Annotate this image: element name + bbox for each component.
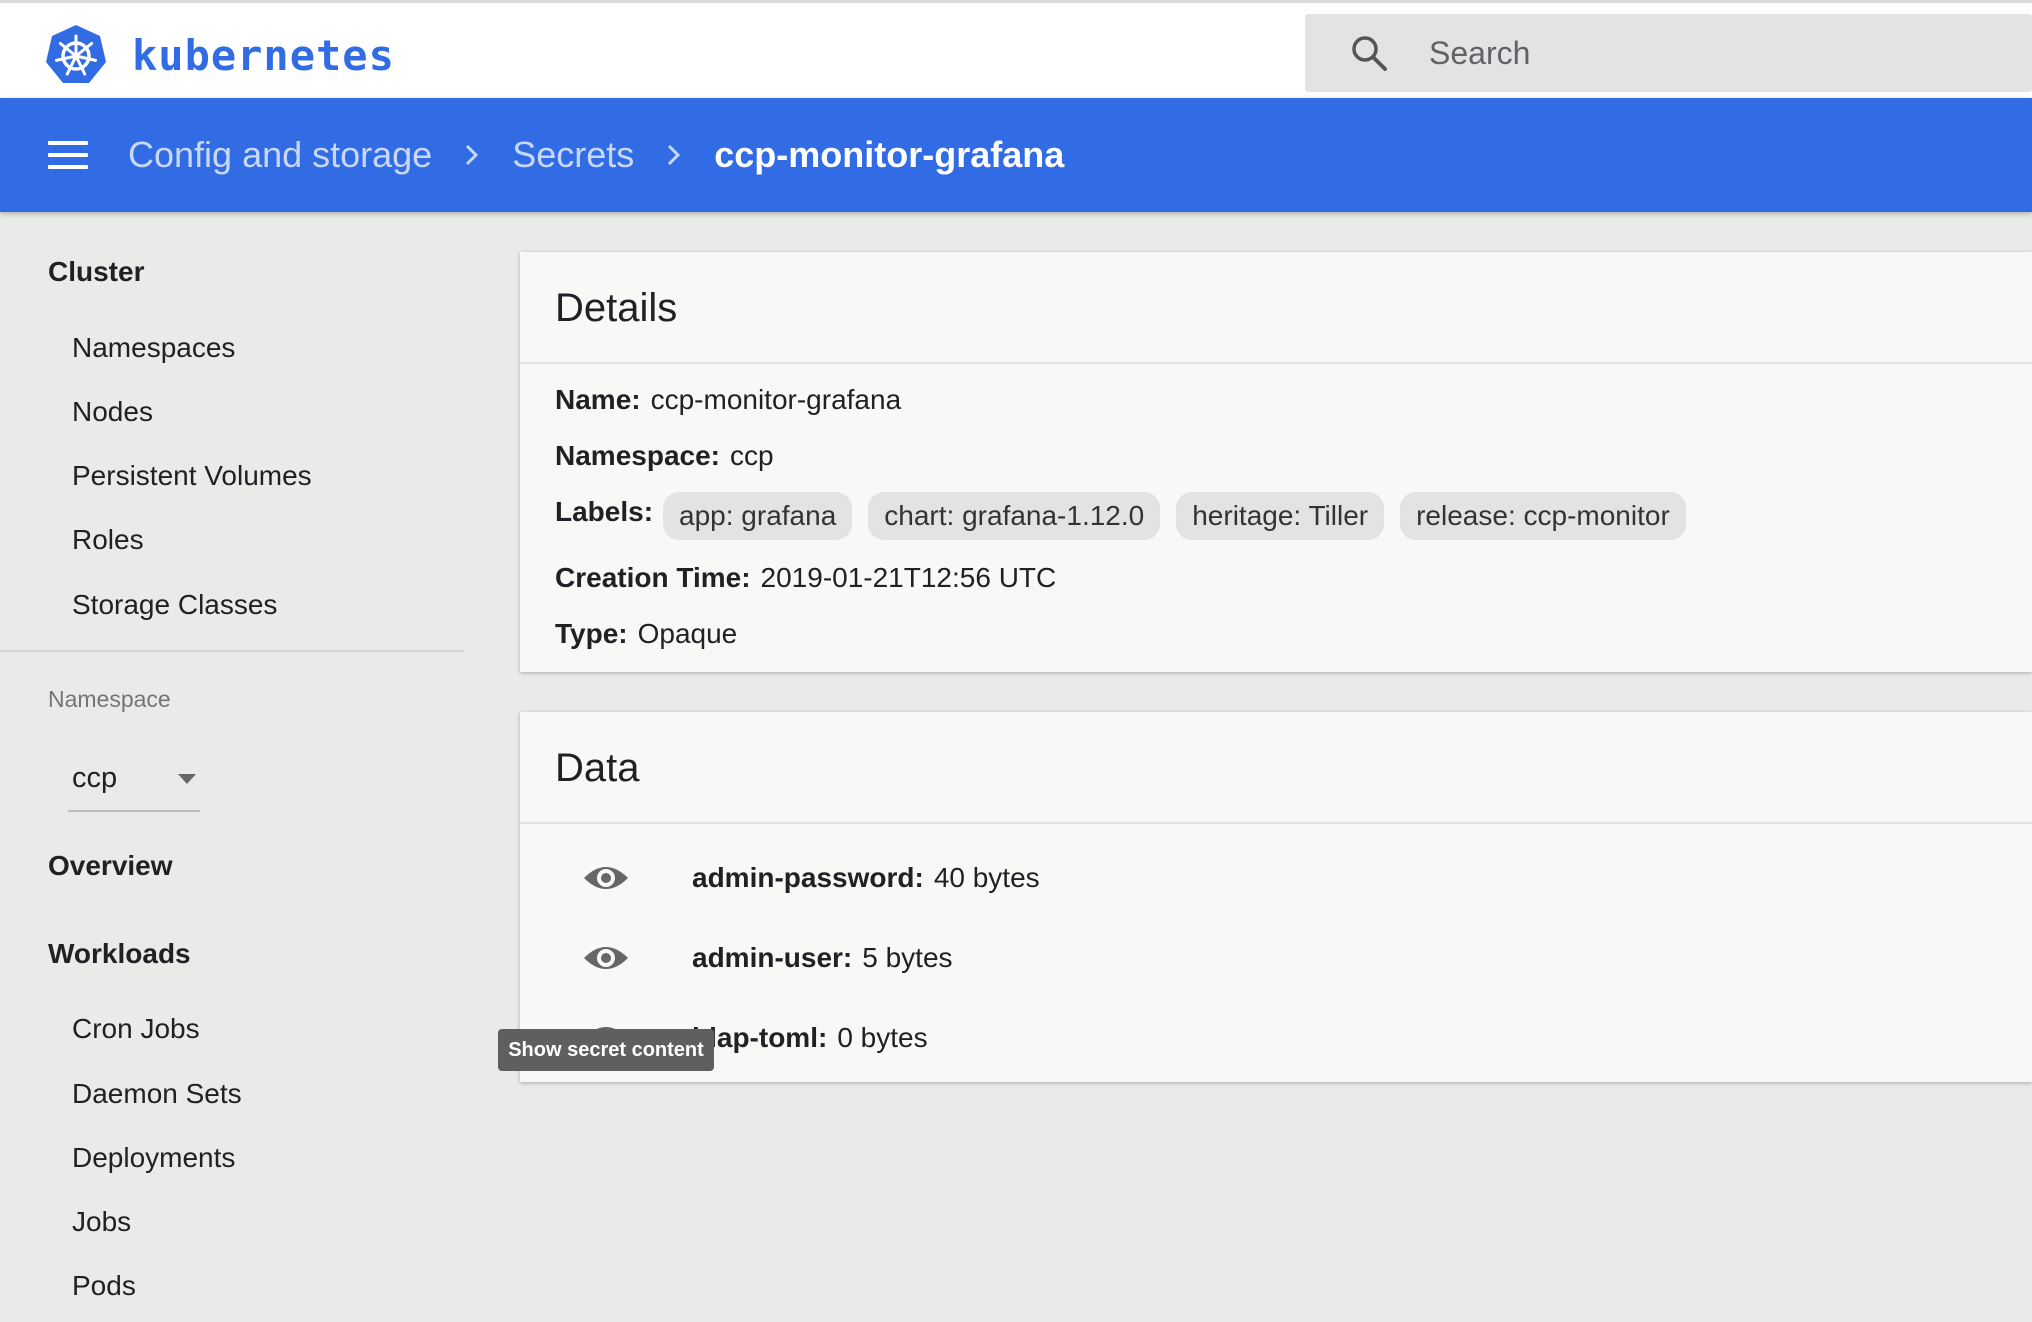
search-input[interactable] — [1429, 14, 2009, 92]
label-chip: app: grafana — [663, 492, 853, 540]
sidebar-item-pods[interactable]: Pods — [72, 1270, 136, 1302]
namespace-select-value: ccp — [72, 762, 118, 794]
sidebar-item-nodes[interactable]: Nodes — [72, 396, 153, 428]
chevron-right-icon — [668, 144, 681, 166]
detail-creation-row: Creation Time: 2019-01-21T12:56 UTC — [555, 562, 1056, 594]
sidebar-item-roles[interactable]: Roles — [72, 524, 144, 556]
label-chip: release: ccp-monitor — [1400, 492, 1686, 540]
detail-type-label: Type: — [555, 618, 628, 649]
detail-type-value: Opaque — [637, 618, 738, 649]
detail-type-row: Type: Opaque — [555, 618, 737, 650]
label-chip: heritage: Tiller — [1176, 492, 1385, 540]
sidebar-item-jobs[interactable]: Jobs — [72, 1206, 131, 1238]
breadcrumb: Config and storage Secrets ccp-monitor-g… — [128, 98, 1064, 212]
data-title: Data — [555, 746, 640, 790]
secret-size: 40 bytes — [933, 862, 1040, 893]
brand-name: kubernetes — [132, 30, 395, 80]
breadcrumb-bar: Config and storage Secrets ccp-monitor-g… — [0, 98, 2032, 212]
data-card: Data admin-password: 40 bytes admin-user… — [520, 712, 2032, 1082]
detail-creation-label: Creation Time: — [555, 562, 751, 593]
card-divider — [520, 362, 2032, 364]
detail-name-label: Name: — [555, 384, 641, 415]
detail-namespace-row: Namespace: ccp — [555, 440, 774, 472]
sidebar-item-daemon-sets[interactable]: Daemon Sets — [72, 1078, 242, 1110]
sidebar-item-overview[interactable]: Overview — [48, 850, 173, 882]
sidebar-item-deployments[interactable]: Deployments — [72, 1142, 235, 1174]
home-logo-link[interactable]: kubernetes — [44, 23, 395, 87]
breadcrumb-current-secret: ccp-monitor-grafana — [714, 134, 1065, 175]
breadcrumb-secrets[interactable]: Secrets — [512, 134, 634, 176]
dropdown-arrow-icon — [178, 774, 196, 784]
details-card: Details Name: ccp-monitor-grafana Namesp… — [520, 252, 2032, 672]
sidebar-item-namespaces[interactable]: Namespaces — [72, 332, 235, 364]
eye-icon[interactable] — [582, 942, 630, 974]
sidebar-item-cron-jobs[interactable]: Cron Jobs — [72, 1013, 200, 1045]
namespace-label: Namespace — [48, 686, 171, 712]
secret-size: 5 bytes — [862, 942, 953, 973]
sidebar-item-persistent-volumes[interactable]: Persistent Volumes — [72, 460, 312, 492]
detail-labels-label: Labels: — [555, 496, 654, 527]
label-chip: chart: grafana-1.12.0 — [868, 492, 1161, 540]
secret-entry-row: admin-password: 40 bytes — [582, 862, 1040, 894]
sidebar-heading-workloads[interactable]: Workloads — [48, 938, 191, 970]
secret-entry-row: admin-user: 5 bytes — [582, 942, 953, 974]
details-title: Details — [555, 286, 678, 330]
detail-name-value: ccp-monitor-grafana — [650, 384, 902, 415]
sidebar-item-storage-classes[interactable]: Storage Classes — [72, 589, 277, 621]
menu-icon[interactable] — [48, 141, 88, 169]
card-divider — [520, 822, 2032, 824]
sidebar-divider — [0, 650, 464, 652]
kubernetes-logo-icon — [46, 25, 106, 83]
sidebar: Cluster Namespaces Nodes Persistent Volu… — [0, 212, 470, 1322]
sidebar-heading-cluster[interactable]: Cluster — [48, 256, 144, 288]
secret-key: admin-user: — [692, 942, 853, 973]
search-icon[interactable] — [1349, 33, 1389, 73]
namespace-select[interactable]: ccp — [68, 742, 200, 812]
breadcrumb-config-and-storage[interactable]: Config and storage — [128, 134, 432, 176]
search-box — [1305, 14, 2032, 92]
eye-icon[interactable] — [582, 862, 630, 894]
detail-namespace-label: Namespace: — [555, 440, 720, 471]
detail-namespace-value: ccp — [729, 440, 774, 471]
chevron-right-icon — [466, 144, 479, 166]
top-bar: kubernetes — [0, 0, 2032, 98]
detail-creation-value: 2019-01-21T12:56 UTC — [760, 562, 1057, 593]
secret-key: admin-password: — [692, 862, 924, 893]
secret-size: 0 bytes — [837, 1022, 928, 1053]
tooltip-show-secret: Show secret content — [498, 1029, 714, 1071]
detail-labels-row: Labels: app: grafana chart: grafana-1.12… — [555, 492, 1702, 540]
detail-name-row: Name: ccp-monitor-grafana — [555, 384, 901, 416]
